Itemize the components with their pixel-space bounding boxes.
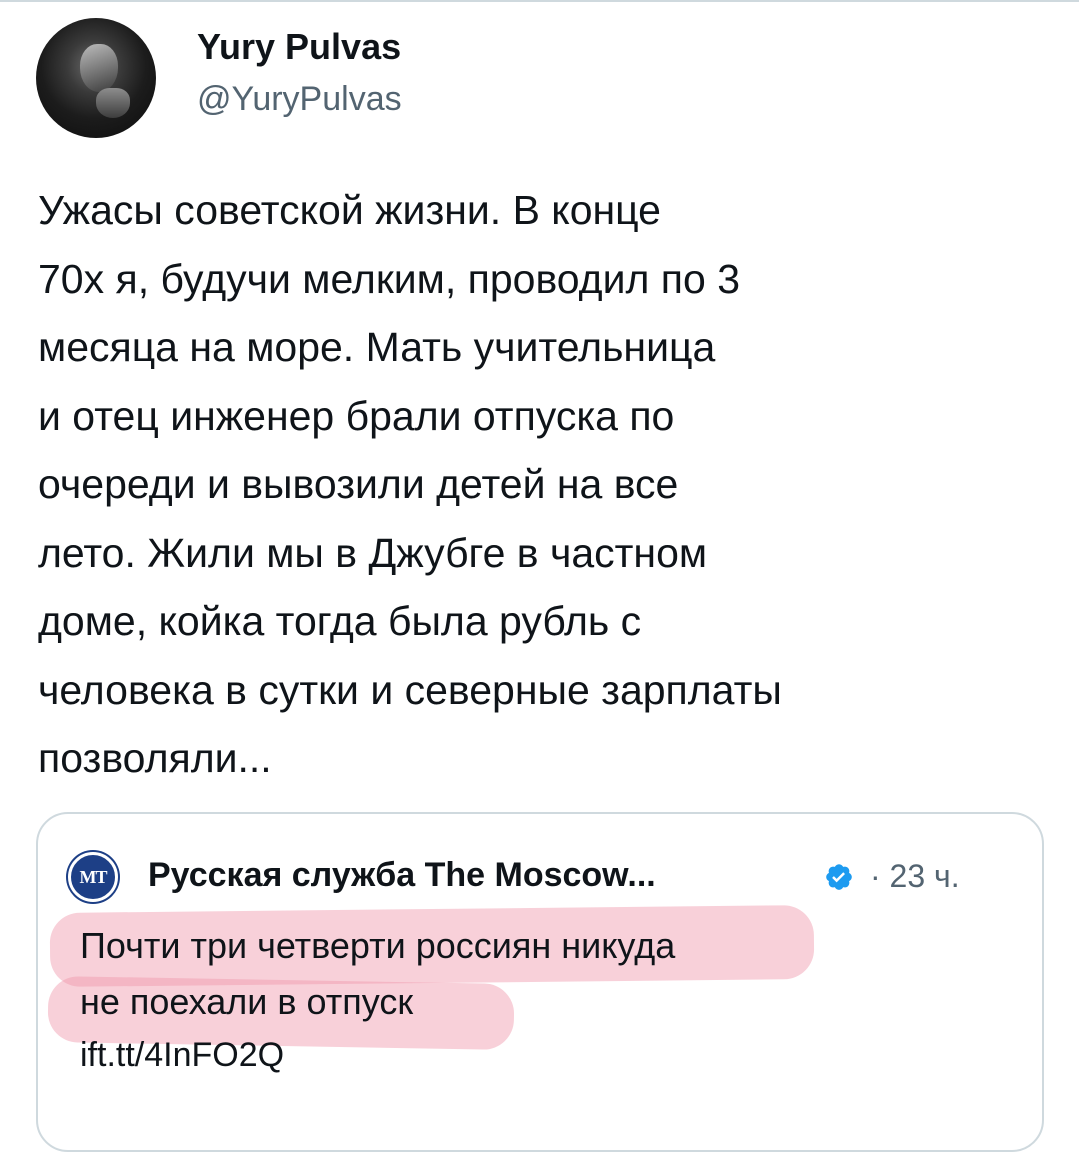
quoted-author-avatar[interactable]: MT [68,852,118,902]
top-divider [0,0,1079,2]
avatar-face [80,44,118,92]
quoted-author-name[interactable]: Русская служба The Moscow... [148,856,656,895]
author-name[interactable]: Yury Pulvas [197,26,401,68]
quoted-tweet-card[interactable]: MT Русская служба The Moscow... · 23 ч. … [36,812,1044,1152]
verified-badge-icon [826,864,852,890]
author-avatar[interactable] [36,18,156,138]
quoted-timestamp[interactable]: · 23 ч. [870,858,960,895]
author-handle[interactable]: @YuryPulvas [197,80,402,119]
quoted-tweet-link[interactable]: ift.tt/4InFO2Q [80,1036,284,1075]
quoted-tweet-text: Почти три четверти россиян никуда не пое… [80,925,676,1022]
tweet-text: Ужасы советской жизни. В конце 70х я, бу… [38,187,782,781]
avatar-hand [96,88,130,118]
